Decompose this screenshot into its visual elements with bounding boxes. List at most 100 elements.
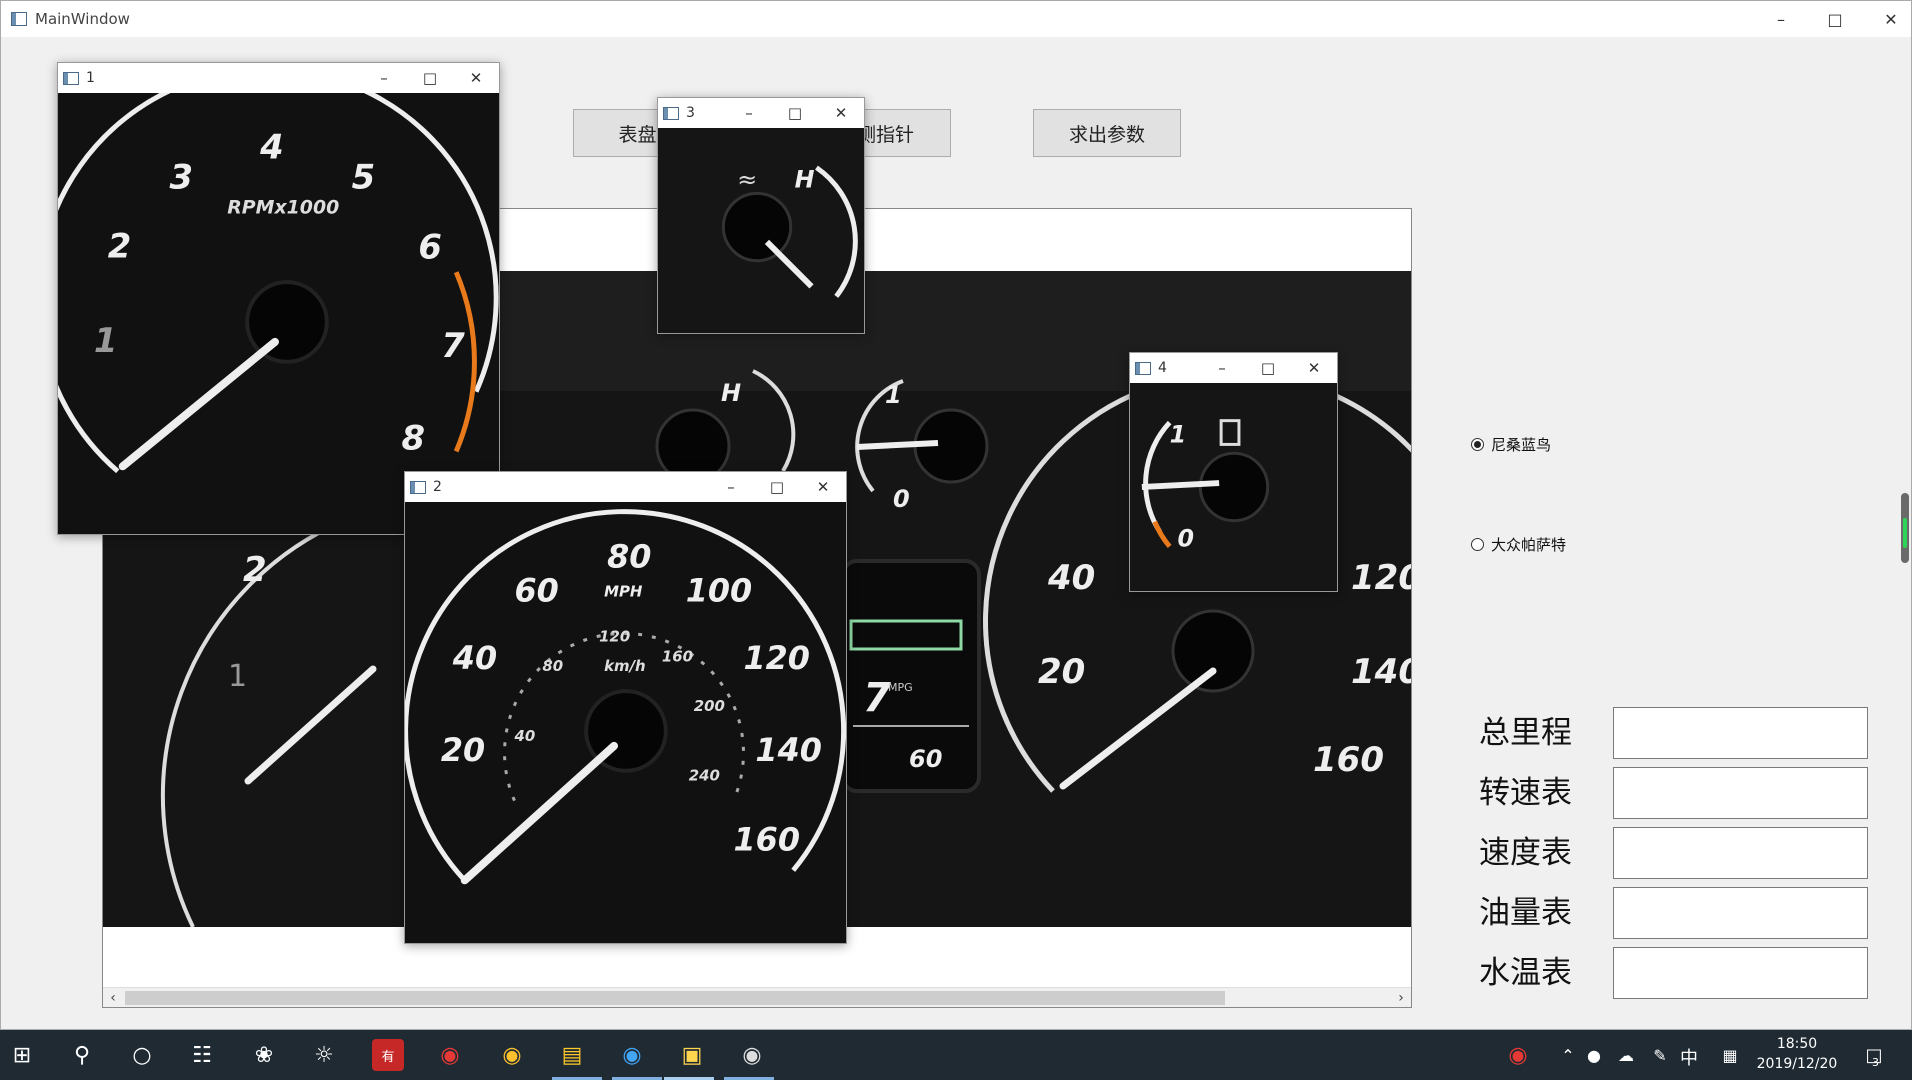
radio-checked-icon[interactable] (1471, 438, 1484, 451)
radio-nissan[interactable]: 尼桑蓝鸟 (1471, 434, 1551, 455)
maximize-icon[interactable]: □ (772, 98, 818, 128)
kmh-tick-label: 160 (662, 647, 693, 665)
avatar-app-icon[interactable]: ◉ (736, 1039, 768, 1071)
rpm-tick-label: 2 (243, 550, 267, 590)
keyboard-icon[interactable]: ▦ (1714, 1039, 1746, 1071)
close-icon[interactable]: ✕ (818, 98, 864, 128)
scroll-thumb[interactable] (125, 991, 1225, 1005)
horizontal-scrollbar[interactable]: ‹ › (103, 987, 1411, 1007)
minimize-icon[interactable]: – (726, 98, 772, 128)
minimize-icon[interactable]: – (1753, 1, 1809, 37)
subwindow-temperature[interactable]: 3 – □ ✕ H ≈ (657, 97, 865, 334)
app-pinwheel-icon[interactable]: ❀ (248, 1039, 280, 1071)
minimize-icon[interactable]: – (1199, 353, 1245, 383)
clock-date[interactable]: 2019/12/20 (1752, 1056, 1842, 1072)
fuel-tick-label: 0 (893, 485, 910, 513)
mph-tick-label: 20 (441, 731, 485, 769)
rpm-tick-label: 1 (94, 321, 118, 360)
pen-icon[interactable]: ✎ (1644, 1039, 1676, 1071)
rpm-tick-label: 4 (259, 128, 284, 167)
side-indicator (1901, 493, 1909, 563)
odo-value: 7 (863, 675, 891, 721)
main-titlebar[interactable]: MainWindow – □ ✕ (1, 1, 1911, 37)
mileage-field[interactable] (1613, 707, 1868, 759)
desktop: MainWindow – □ ✕ 表盘分 测指针 求出参数 2 1 H 1 0 … (0, 0, 1912, 1080)
minimize-icon[interactable]: – (708, 472, 754, 502)
maximize-icon[interactable]: □ (407, 63, 453, 93)
kmh-tick-label: 120 (599, 627, 630, 645)
app-icon (63, 71, 79, 85)
speed-field[interactable] (1613, 827, 1868, 879)
subwindow-titlebar[interactable]: 2 – □ ✕ (405, 472, 846, 502)
mph-tick-label: 60 (515, 572, 559, 610)
subwindow-tachometer[interactable]: 1 – □ ✕ RPMx1000 1 2 3 4 5 6 7 8 (57, 62, 500, 535)
netease-music-icon[interactable]: ◉ (434, 1039, 466, 1071)
kmh-tick-label: 200 (694, 697, 725, 715)
trip-value: 60 (909, 745, 942, 773)
temp-label: H (721, 379, 741, 407)
rpm-tick-label: 7 (441, 326, 465, 365)
mph-tick-label: 120 (743, 639, 809, 677)
qq-icon[interactable]: ● (1578, 1039, 1610, 1071)
temp-field[interactable] (1613, 947, 1868, 999)
rpm-field[interactable] (1613, 767, 1868, 819)
mph-tick-label: 80 (607, 538, 651, 576)
rpm-tick-label: 1 (228, 659, 247, 694)
temperature-image: H ≈ (658, 128, 864, 333)
scroll-left-icon[interactable]: ‹ (103, 988, 123, 1007)
tachometer-image: RPMx1000 1 2 3 4 5 6 7 8 (58, 93, 499, 534)
close-icon[interactable]: ✕ (1291, 353, 1337, 383)
youdao-icon[interactable]: 有 (372, 1039, 404, 1071)
app-icon (11, 12, 27, 26)
window-title: MainWindow (35, 10, 130, 28)
maximize-icon[interactable]: □ (1245, 353, 1291, 383)
close-icon[interactable]: ✕ (1863, 1, 1912, 37)
cloud-icon[interactable]: ☁ (1610, 1039, 1642, 1071)
kmh-tick-label: 40 (514, 727, 536, 745)
param-label-rpm: 转速表 (1479, 775, 1572, 811)
radio-label: 尼桑蓝鸟 (1491, 436, 1552, 454)
task-view-icon[interactable]: ☷ (186, 1039, 218, 1071)
subwindow-speedometer[interactable]: 2 – □ ✕ MPH km/h 20 40 60 80 100 120 140 (404, 471, 847, 944)
mpg-label: MPG (888, 681, 913, 694)
app-fish-icon[interactable]: ☼ (308, 1039, 340, 1071)
python-icon[interactable]: ▣ (676, 1039, 708, 1071)
subwindow-titlebar[interactable]: 3 – □ ✕ (658, 98, 864, 128)
close-icon[interactable]: ✕ (453, 63, 499, 93)
rpm-tick-label: 3 (169, 158, 193, 197)
param-label-fuel: 油量表 (1479, 895, 1572, 931)
rpm-label: RPMx1000 (227, 196, 339, 218)
ime-indicator[interactable]: 中 (1680, 1044, 1698, 1070)
app-icon (1135, 361, 1151, 375)
maximize-icon[interactable]: □ (1807, 1, 1863, 37)
subwindow-titlebar[interactable]: 1 – □ ✕ (58, 63, 499, 93)
clock-time[interactable]: 18:50 (1752, 1036, 1842, 1052)
cortana-icon[interactable]: ○ (126, 1039, 158, 1071)
sogou-icon[interactable]: ◉ (616, 1039, 648, 1071)
compute-params-button[interactable]: 求出参数 (1033, 109, 1181, 157)
search-icon[interactable]: ⚲ (66, 1039, 98, 1071)
tray-app-icon[interactable]: ◉ (1502, 1039, 1534, 1071)
radio-vw[interactable]: 大众帕萨特 (1471, 534, 1566, 555)
rpm-tick-label: 6 (418, 227, 442, 266)
start-icon[interactable]: ⊞ (6, 1039, 38, 1071)
mph-tick-label: 140 (755, 731, 821, 769)
minimize-icon[interactable]: – (361, 63, 407, 93)
scroll-right-icon[interactable]: › (1391, 988, 1411, 1007)
maximize-icon[interactable]: □ (754, 472, 800, 502)
subwindow-titlebar[interactable]: 4 – □ ✕ (1130, 353, 1337, 383)
radio-unchecked-icon[interactable] (1471, 538, 1484, 551)
fuel-tick-label: 1 (885, 381, 902, 409)
close-icon[interactable]: ✕ (800, 472, 846, 502)
app-icon (410, 480, 426, 494)
mph-tick-label: 20 (1038, 652, 1085, 692)
chrome-icon[interactable]: ◉ (496, 1039, 528, 1071)
mph-tick-label: 40 (452, 639, 497, 677)
mph-tick-label: 120 (1351, 558, 1412, 598)
file-explorer-icon[interactable]: ▤ (556, 1039, 588, 1071)
speedometer-image: MPH km/h 20 40 60 80 100 120 140 160 40 … (405, 502, 846, 943)
fuel-field[interactable] (1613, 887, 1868, 939)
temp-label: H (795, 165, 815, 193)
subwindow-fuel[interactable]: 4 – □ ✕ 1 0 (1129, 352, 1338, 592)
subwindow-title: 1 (86, 70, 95, 86)
